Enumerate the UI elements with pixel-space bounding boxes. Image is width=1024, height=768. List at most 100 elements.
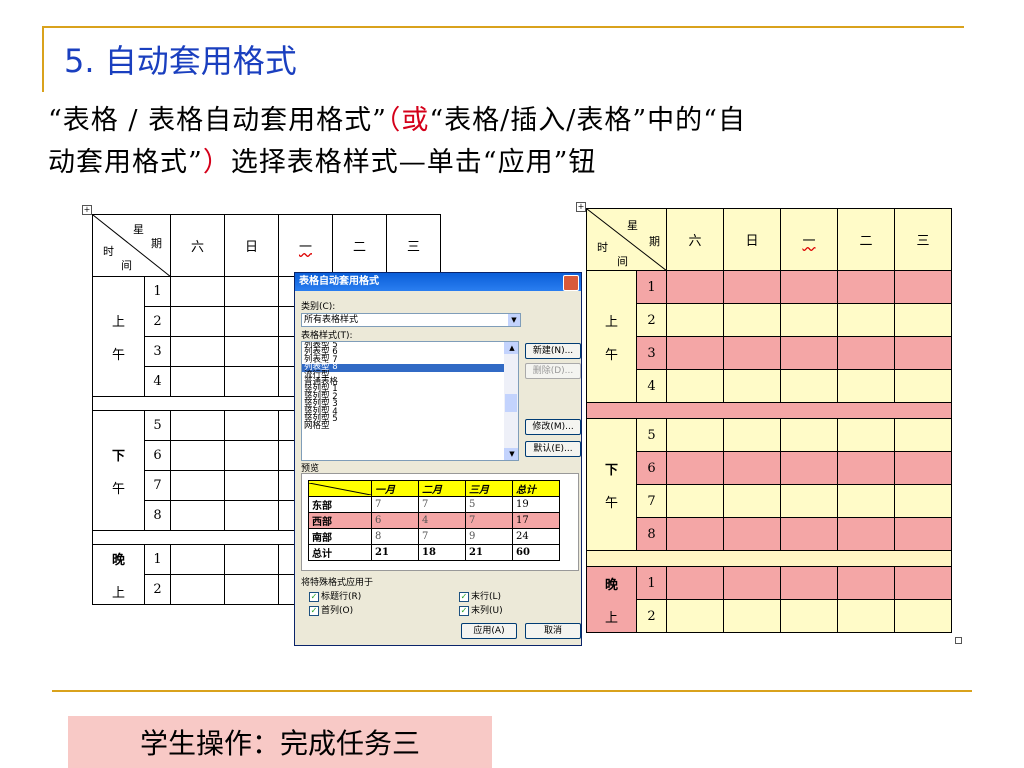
session-afternoon: 下 午: [586, 418, 637, 551]
session-morning: 上 午: [586, 270, 637, 403]
last-row-checkbox[interactable]: ✓ 末行(L): [459, 589, 501, 602]
bottom-divider: [52, 690, 972, 692]
table-move-handle-icon[interactable]: +: [82, 205, 92, 215]
preview-corner: [308, 480, 372, 497]
scroll-up-icon[interactable]: ▲: [504, 342, 518, 354]
style-list[interactable]: 列表型 5 列表型 6 列表型 7 列表型 8 流行型 普通表格 竖列型 1 竖…: [301, 341, 519, 461]
session-char: 午: [111, 481, 125, 497]
slide-title: 5. 自动套用格式: [64, 42, 297, 80]
period-cell: 2: [144, 306, 171, 337]
cancel-button[interactable]: 取消: [525, 623, 581, 639]
session-char: 下: [111, 448, 125, 464]
separator-row: [586, 402, 952, 419]
session-char: 上: [604, 610, 618, 626]
corner-qi: 期: [649, 235, 660, 248]
style-list-scrollbar[interactable]: ▲ ▼: [504, 342, 518, 460]
apply-button[interactable]: 应用(A): [461, 623, 517, 639]
day-header: 二: [837, 208, 895, 271]
period-cell: 3: [144, 336, 171, 367]
apply-special-label: 将特殊格式应用于: [301, 578, 374, 588]
new-style-button[interactable]: 新建(N)...: [525, 343, 581, 359]
period-cell: 2: [636, 599, 667, 633]
category-label: 类别(C):: [301, 302, 336, 312]
day-header: 三: [894, 208, 952, 271]
check-icon: ✓: [459, 605, 469, 616]
period-cell: 1: [636, 566, 667, 600]
day-header: 日: [723, 208, 781, 271]
last-col-checkbox[interactable]: ✓ 末列(U): [459, 603, 503, 616]
check-icon: ✓: [309, 591, 319, 602]
session-evening: 晚 上: [586, 566, 637, 633]
list-item[interactable]: 竖列型 5: [302, 415, 518, 424]
delete-style-button[interactable]: 删除(D)...: [525, 363, 581, 379]
preview-cell: 7: [418, 496, 466, 513]
day-header: 日: [224, 214, 279, 277]
chevron-down-icon[interactable]: ▼: [508, 314, 520, 326]
header-row-checkbox[interactable]: ✓ 标题行(R): [309, 589, 361, 602]
preview-cell: 17: [512, 512, 560, 529]
auto-format-dialog: 表格自动套用格式 类别(C): 所有表格样式 ▼ 表格样式(T): 列表型 5 …: [294, 272, 582, 646]
period-cell: 4: [144, 366, 171, 397]
preview-cell: 5: [465, 496, 513, 513]
category-select[interactable]: 所有表格样式 ▼: [301, 313, 521, 327]
preview-row: 总计 21 18 21 60: [308, 544, 560, 561]
instruction-text: 动套用格式”: [48, 147, 203, 178]
list-item-selected[interactable]: 列表型 8: [302, 363, 518, 372]
task-box: 学生操作：完成任务三: [68, 716, 492, 768]
instruction-text: “表格/插入/表格”中的“自: [429, 105, 746, 136]
preview-header: 二月: [418, 480, 466, 497]
session-char: 下: [604, 462, 618, 478]
style-preview: 一月 二月 三月 总计 东部 7 7 5 19 西部 6 4 7 17 南部 8…: [301, 473, 579, 571]
day-header: 二: [332, 214, 387, 277]
preview-row: 南部 8 7 9 24: [308, 528, 560, 545]
session-afternoon: 下 午: [92, 410, 145, 531]
period-cell: 4: [636, 369, 667, 403]
first-col-checkbox[interactable]: ✓ 首列(O): [309, 603, 353, 616]
table-move-handle-icon[interactable]: +: [576, 202, 586, 212]
list-item[interactable]: 网格型: [302, 422, 518, 431]
preview-row-name: 东部: [308, 496, 372, 513]
scroll-thumb[interactable]: [505, 394, 517, 412]
period-cell: 2: [636, 303, 667, 337]
checkbox-label: 标题行(R): [321, 592, 362, 602]
preview-row-name: 西部: [308, 512, 372, 529]
instruction-line-2: 动套用格式”）选择表格样式—单击“应用”钮: [48, 140, 596, 179]
preview-cell: 7: [465, 512, 513, 529]
session-char: 上: [111, 314, 125, 330]
session-char: 上: [111, 585, 125, 601]
instruction-text: 选择表格样式—单击“应用”钮: [230, 147, 597, 178]
period-cell: 8: [144, 500, 171, 531]
instruction-line-1: “表格 / 表格自动套用格式”（或“表格/插入/表格”中的“自: [48, 98, 746, 137]
dialog-title: 表格自动套用格式: [299, 276, 379, 287]
scroll-down-icon[interactable]: ▼: [504, 448, 518, 460]
corner-qi: 期: [151, 237, 162, 250]
separator-row: [586, 550, 952, 567]
style-label: 表格样式(T):: [301, 331, 353, 341]
preview-cell: 60: [512, 544, 560, 561]
session-char: 晚: [604, 577, 618, 593]
formatted-schedule-table: 星 期 时 间 六 日 一 二 三 上 午 1 2 3 4 下 午 5 6 7 …: [586, 208, 952, 633]
instruction-red-text: （或: [386, 105, 430, 136]
day-header: 三: [386, 214, 441, 277]
session-evening: 晚 上: [92, 544, 145, 605]
schedule-table: 星 期 时 间 六 日 一 二 三 上 午 1 2 3 4 下 午 5 6 7 …: [586, 208, 952, 633]
period-cell: 2: [144, 574, 171, 605]
session-char: 午: [111, 347, 125, 363]
table-resize-handle[interactable]: [955, 637, 962, 644]
diagonal-header-cell: 星 期 时 间: [586, 208, 667, 271]
preview-cell: 6: [371, 512, 419, 529]
period-cell: 1: [144, 544, 171, 575]
day-header: 六: [666, 208, 724, 271]
close-icon[interactable]: [563, 275, 579, 291]
corner-jian: 间: [121, 259, 132, 272]
diagonal-header-cell: 星 期 时 间: [92, 214, 171, 277]
dialog-titlebar[interactable]: 表格自动套用格式: [295, 273, 581, 291]
modify-style-button[interactable]: 修改(M)...: [525, 419, 581, 435]
preview-cell: 18: [418, 544, 466, 561]
default-style-button[interactable]: 默认(E)...: [525, 441, 581, 457]
title-accent-bar: [42, 26, 44, 92]
preview-cell: 19: [512, 496, 560, 513]
period-cell: 7: [636, 484, 667, 518]
top-divider: [44, 26, 964, 28]
preview-cell: 24: [512, 528, 560, 545]
